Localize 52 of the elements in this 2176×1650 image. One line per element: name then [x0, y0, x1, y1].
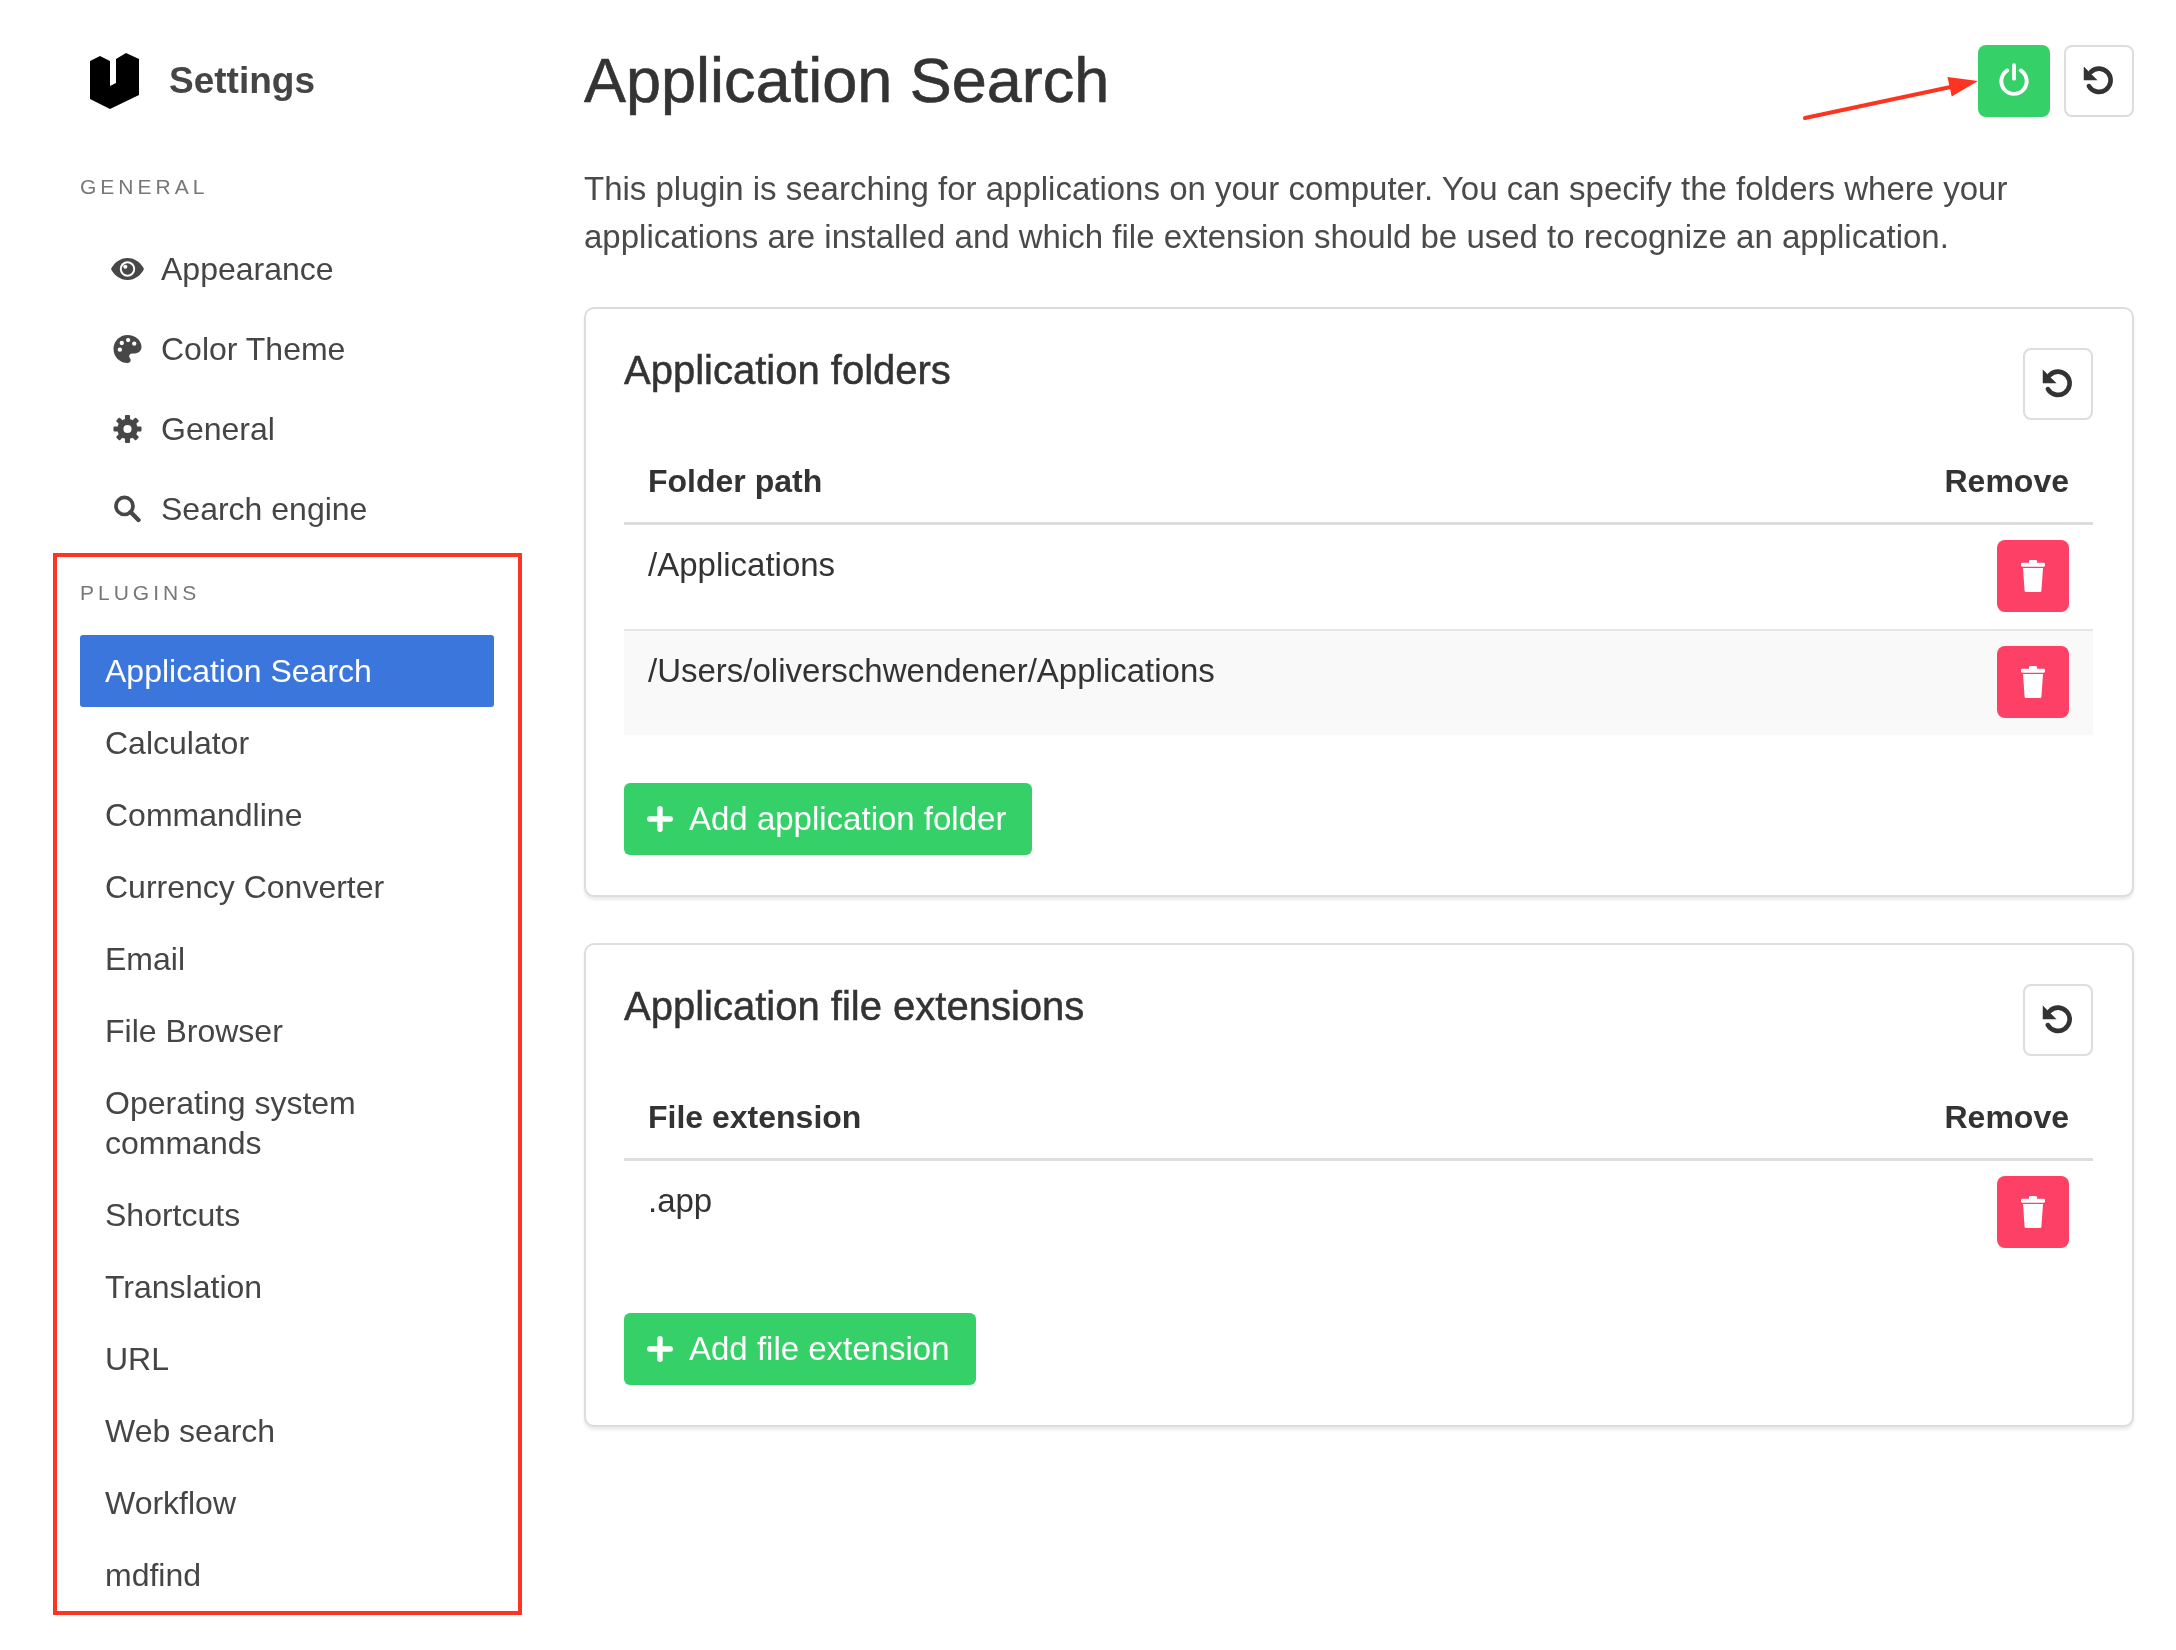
column-header: Folder path — [648, 462, 823, 501]
sidebar-item[interactable]: Search engine — [80, 469, 494, 549]
sidebar-item[interactable]: Commandline — [80, 779, 494, 851]
delete-button[interactable] — [1997, 540, 2069, 612]
sidebar-item[interactable]: Translation — [80, 1251, 494, 1323]
sidebar-item[interactable]: Operating system commands — [80, 1067, 494, 1179]
column-header: File extension — [648, 1098, 862, 1137]
delete-button[interactable] — [1997, 646, 2069, 718]
sidebar-item[interactable]: Shortcuts — [80, 1179, 494, 1251]
column-header: Remove — [1944, 1098, 2069, 1137]
page-title: Application Search — [584, 44, 1110, 117]
card-title: Application folders — [624, 347, 951, 394]
plus-icon — [647, 1336, 673, 1362]
plus-icon — [647, 806, 673, 832]
sidebar-item[interactable]: mdfind — [80, 1539, 494, 1611]
sidebar-item[interactable]: Application Search — [80, 635, 494, 707]
column-header: Remove — [1944, 462, 2069, 501]
power-icon — [1999, 63, 2029, 98]
sidebar-item[interactable]: Workflow — [80, 1467, 494, 1539]
undo-icon — [2083, 64, 2115, 97]
table-cell-text: /Applications — [648, 545, 836, 585]
delete-button[interactable] — [1997, 1176, 2069, 1248]
power-button[interactable] — [1978, 44, 2050, 117]
logo-icon — [90, 53, 139, 109]
section-heading: PLUGINS — [80, 580, 202, 606]
sidebar-item[interactable]: Appearance — [80, 229, 494, 309]
trash-icon — [2021, 1196, 2045, 1228]
sidebar-item[interactable]: General — [80, 389, 494, 469]
reset-button[interactable] — [2023, 984, 2093, 1056]
settings-title: Settings — [169, 59, 315, 103]
palette-icon — [111, 335, 144, 363]
sidebar-item[interactable]: Calculator — [80, 707, 494, 779]
description: This plugin is searching for applications on your computer. You can specify the folders where your applications are installed and which file extension should be used to recognize an application. — [584, 169, 2009, 257]
card-title: Application file extensions — [624, 983, 1085, 1030]
gear-icon — [111, 415, 144, 443]
sidebar-item[interactable]: Email — [80, 923, 494, 995]
sidebar-item[interactable]: File Browser — [80, 995, 494, 1067]
eye-icon — [111, 255, 144, 283]
section-heading: GENERAL — [80, 174, 210, 200]
undo-icon — [2042, 1004, 2074, 1036]
trash-icon — [2021, 560, 2045, 592]
sidebar-item[interactable]: URL — [80, 1323, 494, 1395]
table-cell-text: .app — [648, 1181, 713, 1221]
trash-icon — [2021, 666, 2045, 698]
sidebar-item[interactable]: Currency Converter — [80, 851, 494, 923]
table-cell-text: /Users/oliverschwendener/Applications — [648, 651, 1215, 691]
search-icon — [111, 495, 144, 523]
sidebar-item[interactable]: Web search — [80, 1395, 494, 1467]
sidebar-item[interactable]: Color Theme — [80, 309, 494, 389]
undo-icon — [2042, 368, 2074, 400]
reset-button[interactable] — [2023, 348, 2093, 420]
reset-button[interactable] — [2064, 44, 2134, 117]
